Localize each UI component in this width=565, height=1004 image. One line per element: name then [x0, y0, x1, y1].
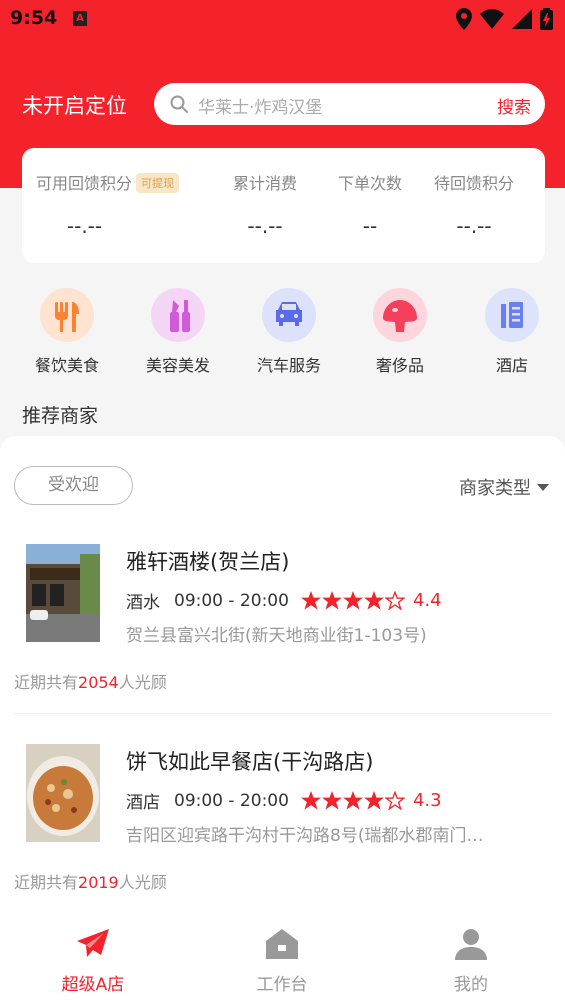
- merchant-hours: 09:00 - 20:00: [174, 790, 289, 811]
- category-food[interactable]: 餐饮美食: [17, 288, 117, 376]
- rating-stars: [301, 791, 405, 810]
- stat-value: --.--: [456, 214, 492, 238]
- category-luxury[interactable]: 奢侈品: [350, 288, 450, 376]
- stat-value: --.--: [66, 214, 103, 238]
- search-input[interactable]: 华莱士·炸鸡汉堡: [198, 93, 322, 118]
- caret-down-icon: [537, 483, 549, 491]
- merchant-thumbnail: [26, 744, 100, 842]
- tab-mine[interactable]: 我的: [411, 926, 531, 995]
- section-title: 推荐商家: [22, 405, 99, 427]
- star-filled-icon: [343, 591, 363, 610]
- category-label: 美容美发: [145, 356, 210, 375]
- cosmetics-icon: [151, 288, 205, 342]
- merchant-type: 酒水: [126, 593, 160, 613]
- merchant-address: 吉阳区迎宾路干沟村干沟路8号(瑞都水郡南门…: [126, 826, 484, 846]
- tab-label: 工作台: [256, 975, 308, 995]
- merchant-rating: 4.4: [412, 590, 442, 611]
- merchant-list-panel: 受欢迎 商家类型 雅轩酒楼(贺兰店) 酒水 09:00 - 20:00 4.4 …: [0, 436, 565, 916]
- mushroom-icon: [373, 288, 427, 342]
- merchant-type-dropdown[interactable]: 商家类型: [459, 474, 549, 500]
- star-filled-icon: [343, 791, 363, 810]
- car-icon: [262, 288, 316, 342]
- stat-value: --: [362, 214, 378, 238]
- stat-label: 下单次数: [338, 174, 403, 193]
- signal-icon: [512, 9, 532, 29]
- category-auto[interactable]: 汽车服务: [239, 288, 339, 376]
- points-stats-card: 可用回馈积分 可提现 --.-- 累计消费 --.-- 下单次数 -- 待回馈积分…: [22, 148, 545, 263]
- battery-icon: [540, 8, 553, 30]
- tab-label: 我的: [454, 975, 488, 995]
- tab-workbench[interactable]: 工作台: [222, 926, 342, 995]
- tab-label: 超级A店: [61, 975, 125, 995]
- building-icon: [485, 288, 539, 342]
- merchant-hours: 09:00 - 20:00: [174, 590, 289, 611]
- status-bar: 9:54 A: [0, 0, 565, 38]
- category-beauty[interactable]: 美容美发: [128, 288, 228, 376]
- stat-label: 待回馈积分: [434, 174, 515, 193]
- star-filled-icon: [301, 791, 321, 810]
- location-pin-icon: [456, 8, 472, 30]
- withdrawable-badge: 可提现: [136, 173, 180, 193]
- category-label: 酒店: [495, 356, 528, 375]
- tab-super-a-store[interactable]: 超级A店: [33, 926, 153, 995]
- stat-label: 可用回馈积分: [36, 174, 133, 193]
- star-filled-icon: [301, 591, 321, 610]
- merchant-address: 贺兰县富兴北街(新天地商业街1-103号): [126, 626, 427, 646]
- star-filled-icon: [322, 791, 342, 810]
- stat-label: 累计消费: [233, 174, 298, 193]
- wifi-icon: [480, 9, 504, 29]
- merchant-meta: 酒水 09:00 - 20:00 4.4: [126, 588, 442, 613]
- category-label: 餐饮美食: [34, 356, 99, 375]
- utensils-icon: [40, 288, 94, 342]
- category-label: 汽车服务: [256, 356, 321, 375]
- merchant-meta: 酒店 09:00 - 20:00 4.3: [126, 788, 442, 813]
- stat-pending-points[interactable]: 待回馈积分 --.--: [434, 170, 514, 238]
- merchant-visits: 近期共有2019人光顾: [14, 873, 167, 892]
- notification-a-icon: A: [73, 11, 87, 26]
- merchant-type-label: 商家类型: [459, 478, 531, 499]
- merchant-type: 酒店: [126, 793, 160, 813]
- stat-value: --.--: [247, 214, 283, 238]
- star-outline-icon: [384, 591, 405, 610]
- bottom-navigation: 超级A店 工作台 我的: [0, 916, 565, 1004]
- home-icon: [222, 926, 342, 962]
- status-time: 9:54: [10, 7, 58, 29]
- rating-stars: [301, 591, 405, 610]
- merchant-card[interactable]: 饼飞如此早餐店(干沟路店) 酒店 09:00 - 20:00 4.3 吉阳区迎宾…: [0, 744, 565, 914]
- star-filled-icon: [322, 591, 342, 610]
- merchant-thumbnail: [26, 544, 100, 642]
- category-hotel[interactable]: 酒店: [462, 288, 562, 376]
- stat-total-spend[interactable]: 累计消费 --.--: [233, 170, 297, 238]
- divider: [14, 713, 552, 714]
- popular-filter-button[interactable]: 受欢迎: [14, 466, 133, 505]
- merchant-name: 雅轩酒楼(贺兰店): [126, 550, 290, 574]
- visit-count: 2019: [78, 873, 119, 892]
- merchant-visits: 近期共有2054人光顾: [14, 673, 167, 692]
- category-grid: 餐饮美食 美容美发 汽车服务 奢侈品 酒店: [0, 288, 565, 378]
- merchant-name: 饼飞如此早餐店(干沟路店): [126, 750, 374, 774]
- star-filled-icon: [364, 791, 384, 810]
- user-icon: [411, 926, 531, 962]
- search-bar[interactable]: 华莱士·炸鸡汉堡 搜索: [154, 83, 545, 125]
- category-label: 奢侈品: [375, 356, 424, 375]
- search-icon: [170, 95, 188, 113]
- search-button[interactable]: 搜索: [497, 93, 531, 118]
- stat-order-count[interactable]: 下单次数 --: [338, 170, 402, 238]
- star-filled-icon: [364, 591, 384, 610]
- visit-count: 2054: [78, 673, 119, 692]
- merchant-rating: 4.3: [412, 790, 442, 811]
- star-outline-icon: [384, 791, 405, 810]
- stat-available-points[interactable]: 可用回馈积分 可提现 --.--: [36, 170, 180, 238]
- location-status[interactable]: 未开启定位: [22, 90, 127, 120]
- status-icons: [456, 8, 553, 30]
- paper-plane-icon: [33, 926, 153, 962]
- merchant-card[interactable]: 雅轩酒楼(贺兰店) 酒水 09:00 - 20:00 4.4 贺兰县富兴北街(新…: [0, 544, 565, 714]
